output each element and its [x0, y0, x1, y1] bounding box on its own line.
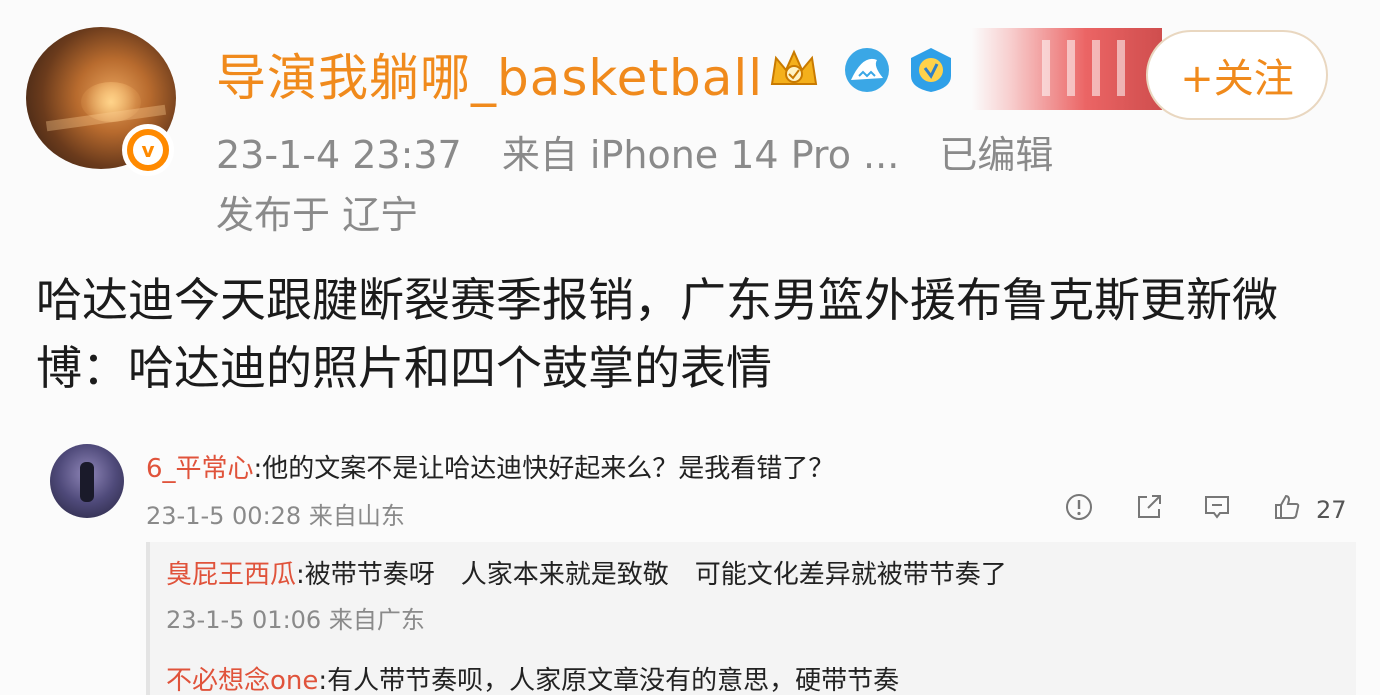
shark-icon — [845, 48, 889, 92]
reply-text: :有人带节奏呗，人家原文章没有的意思，硬带节奏 — [318, 666, 900, 695]
weibo-post-page: v 导演我躺哪_basketball +关注 23-1-4 23:37 来自 i… — [0, 0, 1380, 695]
reply-divider — [146, 542, 150, 695]
comment-avatar[interactable] — [50, 444, 124, 518]
post-timestamp: 23-1-4 23:37 — [216, 133, 462, 177]
post-content: 哈达迪今天跟腱断裂赛季报销，广东男篮外援布鲁克斯更新微博：哈达迪的照片和四个鼓掌… — [36, 273, 1278, 395]
post-edited-label[interactable]: 已编辑 — [939, 133, 1053, 177]
follow-button[interactable]: +关注 — [1146, 30, 1328, 120]
reply-author[interactable]: 不必想念one — [166, 666, 318, 695]
post-source[interactable]: 来自 iPhone 14 Pro ... — [502, 133, 899, 177]
vip-badge-icon — [911, 48, 951, 92]
like-count: 27 — [1316, 496, 1347, 524]
crown-icon — [770, 49, 818, 85]
reply-text: :被带节奏呀 人家本来就是致敬 可能文化差异就被带节奏了 — [296, 560, 1007, 590]
post-username[interactable]: 导演我躺哪_basketball — [216, 38, 763, 110]
reply-item: 臭屁王西瓜:被带节奏呀 人家本来就是致敬 可能文化差异就被带节奏了 — [166, 554, 1007, 591]
comment-text: :他的文案不是让哈达迪快好起来么？是我看错了？ — [253, 454, 835, 484]
verified-check-icon: v — [133, 135, 163, 165]
reply-author[interactable]: 臭屁王西瓜 — [166, 560, 296, 590]
like-icon[interactable] — [1270, 490, 1304, 524]
reply-item: 不必想念one:有人带节奏呗，人家原文章没有的意思，硬带节奏 — [166, 660, 899, 695]
post-location: 发布于 辽宁 — [216, 193, 419, 237]
verified-badge-icon: v — [122, 124, 174, 176]
avatar-figure — [80, 462, 94, 502]
decorative-banner — [972, 28, 1162, 110]
reply-meta: 23-1-5 01:06 来自广东 — [166, 606, 425, 634]
comment-icon[interactable] — [1200, 490, 1234, 524]
comment-author[interactable]: 6_平常心 — [146, 454, 254, 484]
comment-meta: 23-1-5 00:28 来自山东 — [146, 502, 405, 530]
post-meta: 23-1-4 23:37 来自 iPhone 14 Pro ... 已编辑 — [216, 124, 1081, 179]
comment-item: 6_平常心:他的文案不是让哈达迪快好起来么？是我看错了？ — [146, 448, 834, 485]
report-icon[interactable] — [1062, 490, 1096, 524]
share-icon[interactable] — [1132, 490, 1166, 524]
